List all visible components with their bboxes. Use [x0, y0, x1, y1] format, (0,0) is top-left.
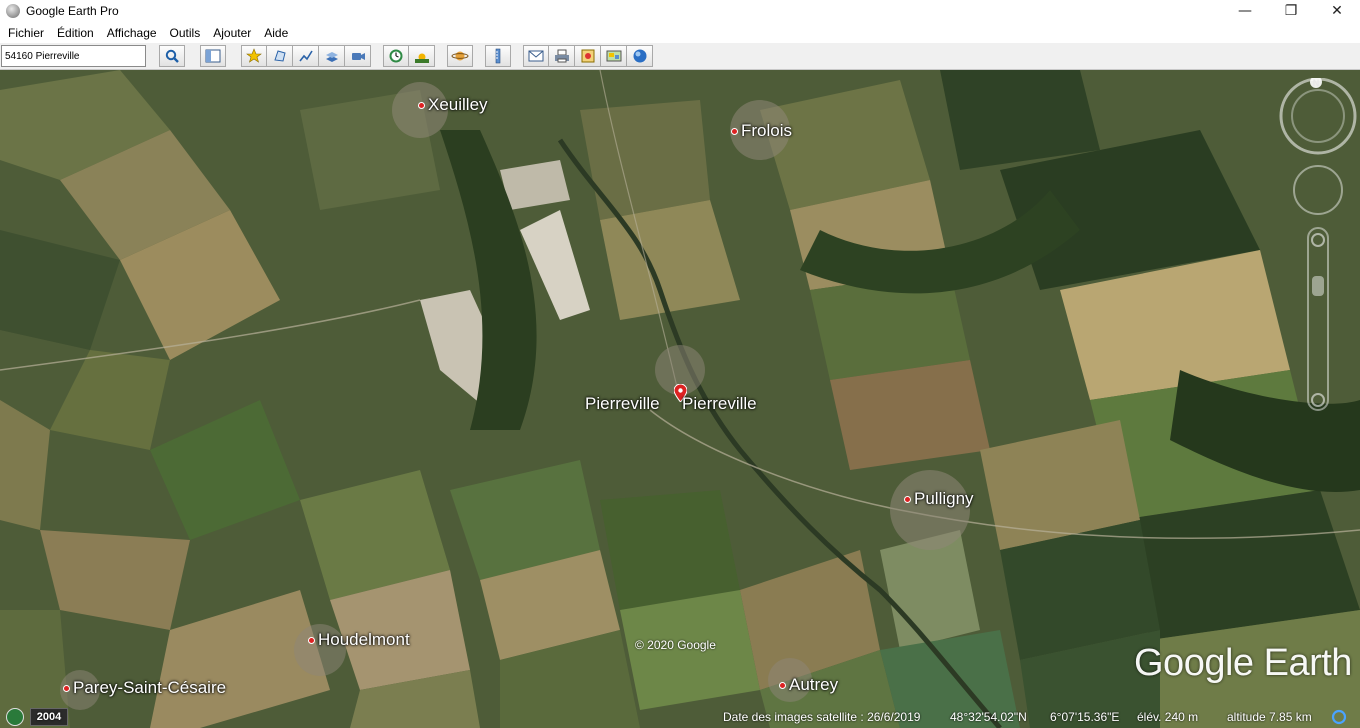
record-tour-icon: [351, 53, 365, 60]
menu-bar: Fichier Édition Affichage Outils Ajouter…: [0, 22, 1360, 43]
google-earth-logo-icon: [6, 4, 20, 18]
place-pin-icon: [731, 127, 738, 135]
menu-affichage[interactable]: Affichage: [102, 26, 162, 40]
sidebar-toggle-button[interactable]: [200, 45, 226, 67]
map-view[interactable]: Xeuilley Frolois Pierreville Pierreville…: [0, 70, 1360, 728]
historical-imagery-icon: [389, 49, 403, 63]
place-label[interactable]: Parey-Saint-Césaire: [63, 678, 226, 698]
menu-fichier[interactable]: Fichier: [3, 26, 49, 40]
email-icon: [528, 50, 544, 62]
status-bar: 2004 Date des images satellite : 26/6/20…: [0, 706, 1360, 728]
zoom-slider[interactable]: [1307, 227, 1329, 411]
ruler-icon: [495, 48, 501, 64]
add-image-overlay-button[interactable]: [319, 45, 345, 67]
earth-globe-icon: [633, 49, 646, 63]
historical-clock-icon[interactable]: [6, 708, 24, 726]
path-icon: [298, 50, 313, 62]
sunlight-button[interactable]: [409, 45, 435, 67]
search-button[interactable]: [159, 45, 185, 67]
copyright-text: © 2020 Google: [635, 638, 716, 652]
place-pin-icon: [779, 681, 786, 689]
historical-imagery-button[interactable]: [383, 45, 409, 67]
place-pin-icon: [418, 101, 425, 109]
close-button[interactable]: ✕: [1314, 0, 1360, 22]
place-label[interactable]: Frolois: [731, 121, 792, 141]
email-button[interactable]: [523, 45, 549, 67]
place-label[interactable]: Pierreville: [682, 394, 757, 414]
title-bar: Google Earth Pro — ❐ ✕: [0, 0, 1360, 22]
place-label[interactable]: Houdelmont: [308, 630, 410, 650]
look-joystick[interactable]: [1279, 78, 1357, 155]
altitude-readout: altitude 7.85 km: [1227, 710, 1312, 724]
longitude-readout: 6°07'15.36"E: [1050, 710, 1120, 724]
sunlight-icon: [414, 53, 429, 63]
print-button[interactable]: [549, 45, 575, 67]
planets-icon: [451, 51, 469, 61]
window-title: Google Earth Pro: [26, 4, 119, 18]
view-in-maps-button[interactable]: [601, 45, 627, 67]
image-overlay-icon: [325, 52, 338, 62]
menu-ajouter[interactable]: Ajouter: [208, 26, 256, 40]
view-in-maps-icon: [606, 50, 621, 62]
add-path-button[interactable]: [293, 45, 319, 67]
menu-outils[interactable]: Outils: [165, 26, 206, 40]
latitude-readout: 48°32'54.02"N: [950, 710, 1027, 724]
polygon-icon: [273, 50, 286, 62]
place-label[interactable]: Pulligny: [904, 489, 974, 509]
save-image-icon: [581, 49, 594, 63]
placemark-icon: [246, 48, 262, 63]
search-input[interactable]: [1, 45, 146, 67]
place-label[interactable]: Autrey: [779, 675, 838, 695]
record-tour-button[interactable]: [345, 45, 371, 67]
search-icon: [165, 49, 179, 63]
ruler-button[interactable]: [485, 45, 511, 67]
place-label[interactable]: Xeuilley: [418, 95, 488, 115]
place-pin-icon: [63, 684, 70, 692]
place-pin-icon: [308, 636, 315, 644]
place-label[interactable]: Pierreville: [585, 394, 660, 414]
streaming-progress-icon: [1331, 709, 1347, 725]
menu-edition[interactable]: Édition: [52, 26, 99, 40]
sidebar-toggle-icon: [205, 49, 221, 63]
google-earth-watermark: Google Earth: [1134, 642, 1352, 684]
imagery-year-badge[interactable]: 2004: [30, 708, 68, 726]
move-joystick[interactable]: [1293, 165, 1343, 215]
imagery-date: Date des images satellite : 26/6/2019: [723, 710, 921, 724]
window-controls: — ❐ ✕: [1222, 0, 1360, 22]
print-icon: [554, 49, 569, 63]
elevation-readout: élév. 240 m: [1137, 710, 1199, 724]
add-placemark-button[interactable]: [241, 45, 267, 67]
menu-aide[interactable]: Aide: [259, 26, 293, 40]
maximize-button[interactable]: ❐: [1268, 0, 1314, 22]
sign-in-button[interactable]: [627, 45, 653, 67]
place-pin-icon: [904, 495, 911, 503]
toolbar: [0, 43, 1360, 70]
planets-button[interactable]: [447, 45, 473, 67]
minimize-button[interactable]: —: [1222, 0, 1268, 22]
save-image-button[interactable]: [575, 45, 601, 67]
add-polygon-button[interactable]: [267, 45, 293, 67]
navigation-controls: N: [1279, 78, 1357, 411]
